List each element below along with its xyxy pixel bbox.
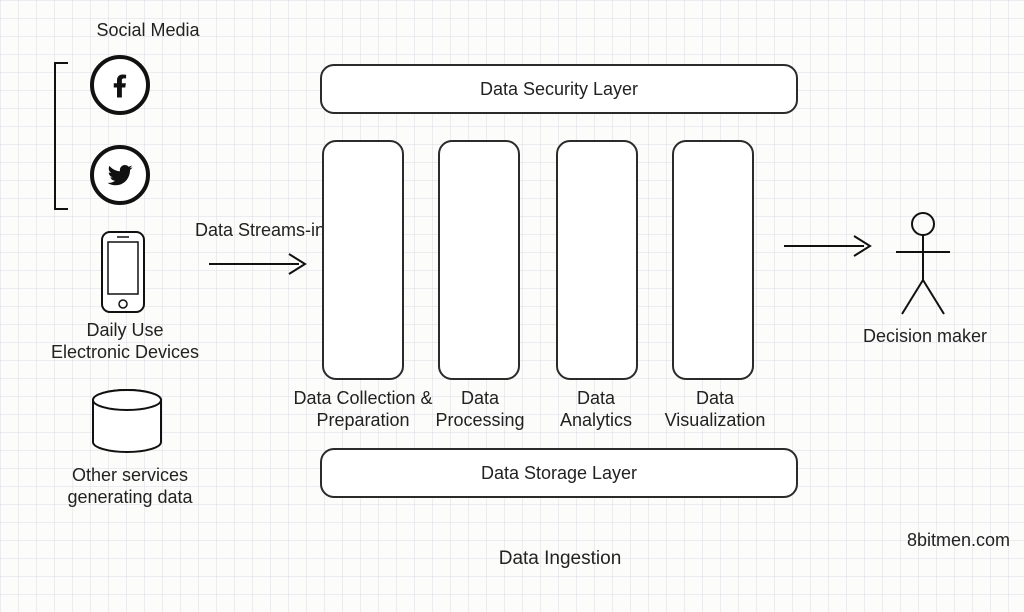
facebook-icon — [90, 55, 150, 115]
pillar-processing — [438, 140, 520, 380]
decision-maker-icon — [888, 210, 958, 325]
source-bracket — [54, 62, 68, 210]
pillar-collection-label: Data Collection & Preparation — [288, 388, 438, 431]
pillar-processing-label: Data Processing — [430, 388, 530, 431]
storage-layer-label: Data Storage Layer — [481, 463, 637, 484]
pillar-collection — [322, 140, 404, 380]
database-icon — [88, 388, 166, 463]
pillar-visualization — [672, 140, 754, 380]
attribution-label: 8bitmen.com — [860, 530, 1010, 552]
storage-layer-box: Data Storage Layer — [320, 448, 798, 498]
streams-in-label: Data Streams-in — [180, 220, 340, 242]
smartphone-icon — [100, 230, 146, 319]
social-media-label: Social Media — [78, 20, 218, 42]
twitter-icon — [90, 145, 150, 205]
security-layer-label: Data Security Layer — [480, 79, 638, 100]
pillar-visualization-label: Data Visualization — [660, 388, 770, 431]
output-arrow-icon — [780, 232, 880, 265]
other-services-label: Other services generating data — [50, 465, 210, 508]
decision-maker-label: Decision maker — [855, 326, 995, 348]
caption-label: Data Ingestion — [460, 548, 660, 571]
pillar-analytics — [556, 140, 638, 380]
daily-devices-label: Daily Use Electronic Devices — [50, 320, 200, 363]
security-layer-box: Data Security Layer — [320, 64, 798, 114]
streams-in-arrow-icon — [205, 250, 315, 283]
pillar-analytics-label: Data Analytics — [546, 388, 646, 431]
